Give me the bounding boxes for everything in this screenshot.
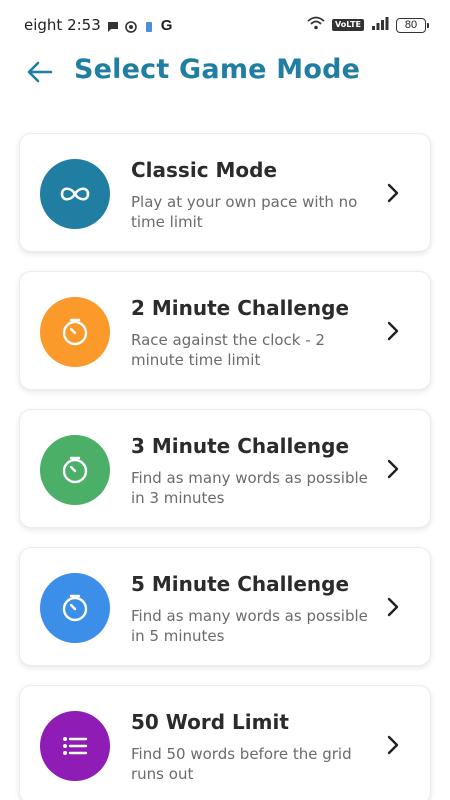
mode-card-classic[interactable]: Classic Mode Play at your own pace with … bbox=[19, 133, 431, 252]
timer-icon bbox=[62, 318, 88, 346]
battery-indicator: 80 bbox=[396, 17, 429, 33]
wifi-icon bbox=[307, 16, 325, 34]
mode-title: 2 Minute Challenge bbox=[131, 296, 350, 320]
timer-icon bbox=[62, 456, 88, 484]
status-left: eight 2:53 G bbox=[24, 16, 172, 34]
infinity-icon bbox=[60, 187, 90, 201]
mode-description: Race against the clock - 2 minute time l… bbox=[131, 331, 325, 369]
mode-title: Classic Mode bbox=[131, 158, 278, 182]
chevron-right-icon bbox=[384, 596, 402, 618]
chevron-right-icon bbox=[384, 320, 402, 342]
arrow-left-icon bbox=[27, 61, 53, 83]
mode-title: 50 Word Limit bbox=[131, 710, 289, 734]
mode-card-50-word[interactable]: 50 Word Limit Find 50 words before the g… bbox=[19, 685, 431, 800]
mode-description: Find 50 words before the grid runs out bbox=[131, 745, 352, 783]
app-icon bbox=[124, 19, 137, 33]
status-bar: eight 2:53 G VoLTE 80 bbox=[0, 0, 450, 50]
mode-title: 5 Minute Challenge bbox=[131, 572, 350, 596]
mode-card-5-minute[interactable]: 5 Minute Challenge Find as many words as… bbox=[19, 547, 431, 666]
back-button[interactable] bbox=[26, 58, 54, 86]
chevron-right-icon bbox=[384, 182, 402, 204]
mode-card-3-minute[interactable]: 3 Minute Challenge Find as many words as… bbox=[19, 409, 431, 528]
status-time: eight 2:53 bbox=[24, 16, 101, 34]
mode-list: Classic Mode Play at your own pace with … bbox=[19, 133, 431, 800]
signal-icon bbox=[371, 16, 389, 34]
mode-icon-badge bbox=[40, 435, 110, 505]
mode-icon-badge bbox=[40, 297, 110, 367]
timer-icon bbox=[62, 594, 88, 622]
google-icon: G bbox=[160, 16, 173, 34]
chevron-right-icon bbox=[384, 458, 402, 480]
mode-title: 3 Minute Challenge bbox=[131, 434, 350, 458]
mode-icon-badge bbox=[40, 573, 110, 643]
volte-badge: VoLTE bbox=[332, 19, 364, 31]
mode-description: Find as many words as possible in 3 minu… bbox=[131, 469, 368, 507]
status-right: VoLTE 80 bbox=[307, 16, 429, 34]
app-header: Select Game Mode bbox=[0, 52, 450, 92]
mode-description: Find as many words as possible in 5 minu… bbox=[131, 607, 368, 645]
battery-saver-icon bbox=[143, 19, 155, 32]
message-icon bbox=[107, 19, 119, 32]
mode-description: Play at your own pace with no time limit bbox=[131, 193, 358, 231]
mode-icon-badge bbox=[40, 711, 110, 781]
page-title: Select Game Mode bbox=[74, 54, 361, 85]
mode-card-2-minute[interactable]: 2 Minute Challenge Race against the cloc… bbox=[19, 271, 431, 390]
list-icon bbox=[63, 737, 88, 755]
chevron-right-icon bbox=[384, 734, 402, 756]
screen: eight 2:53 G VoLTE 80 Select Game Mode C… bbox=[0, 0, 450, 800]
mode-icon-badge bbox=[40, 159, 110, 229]
